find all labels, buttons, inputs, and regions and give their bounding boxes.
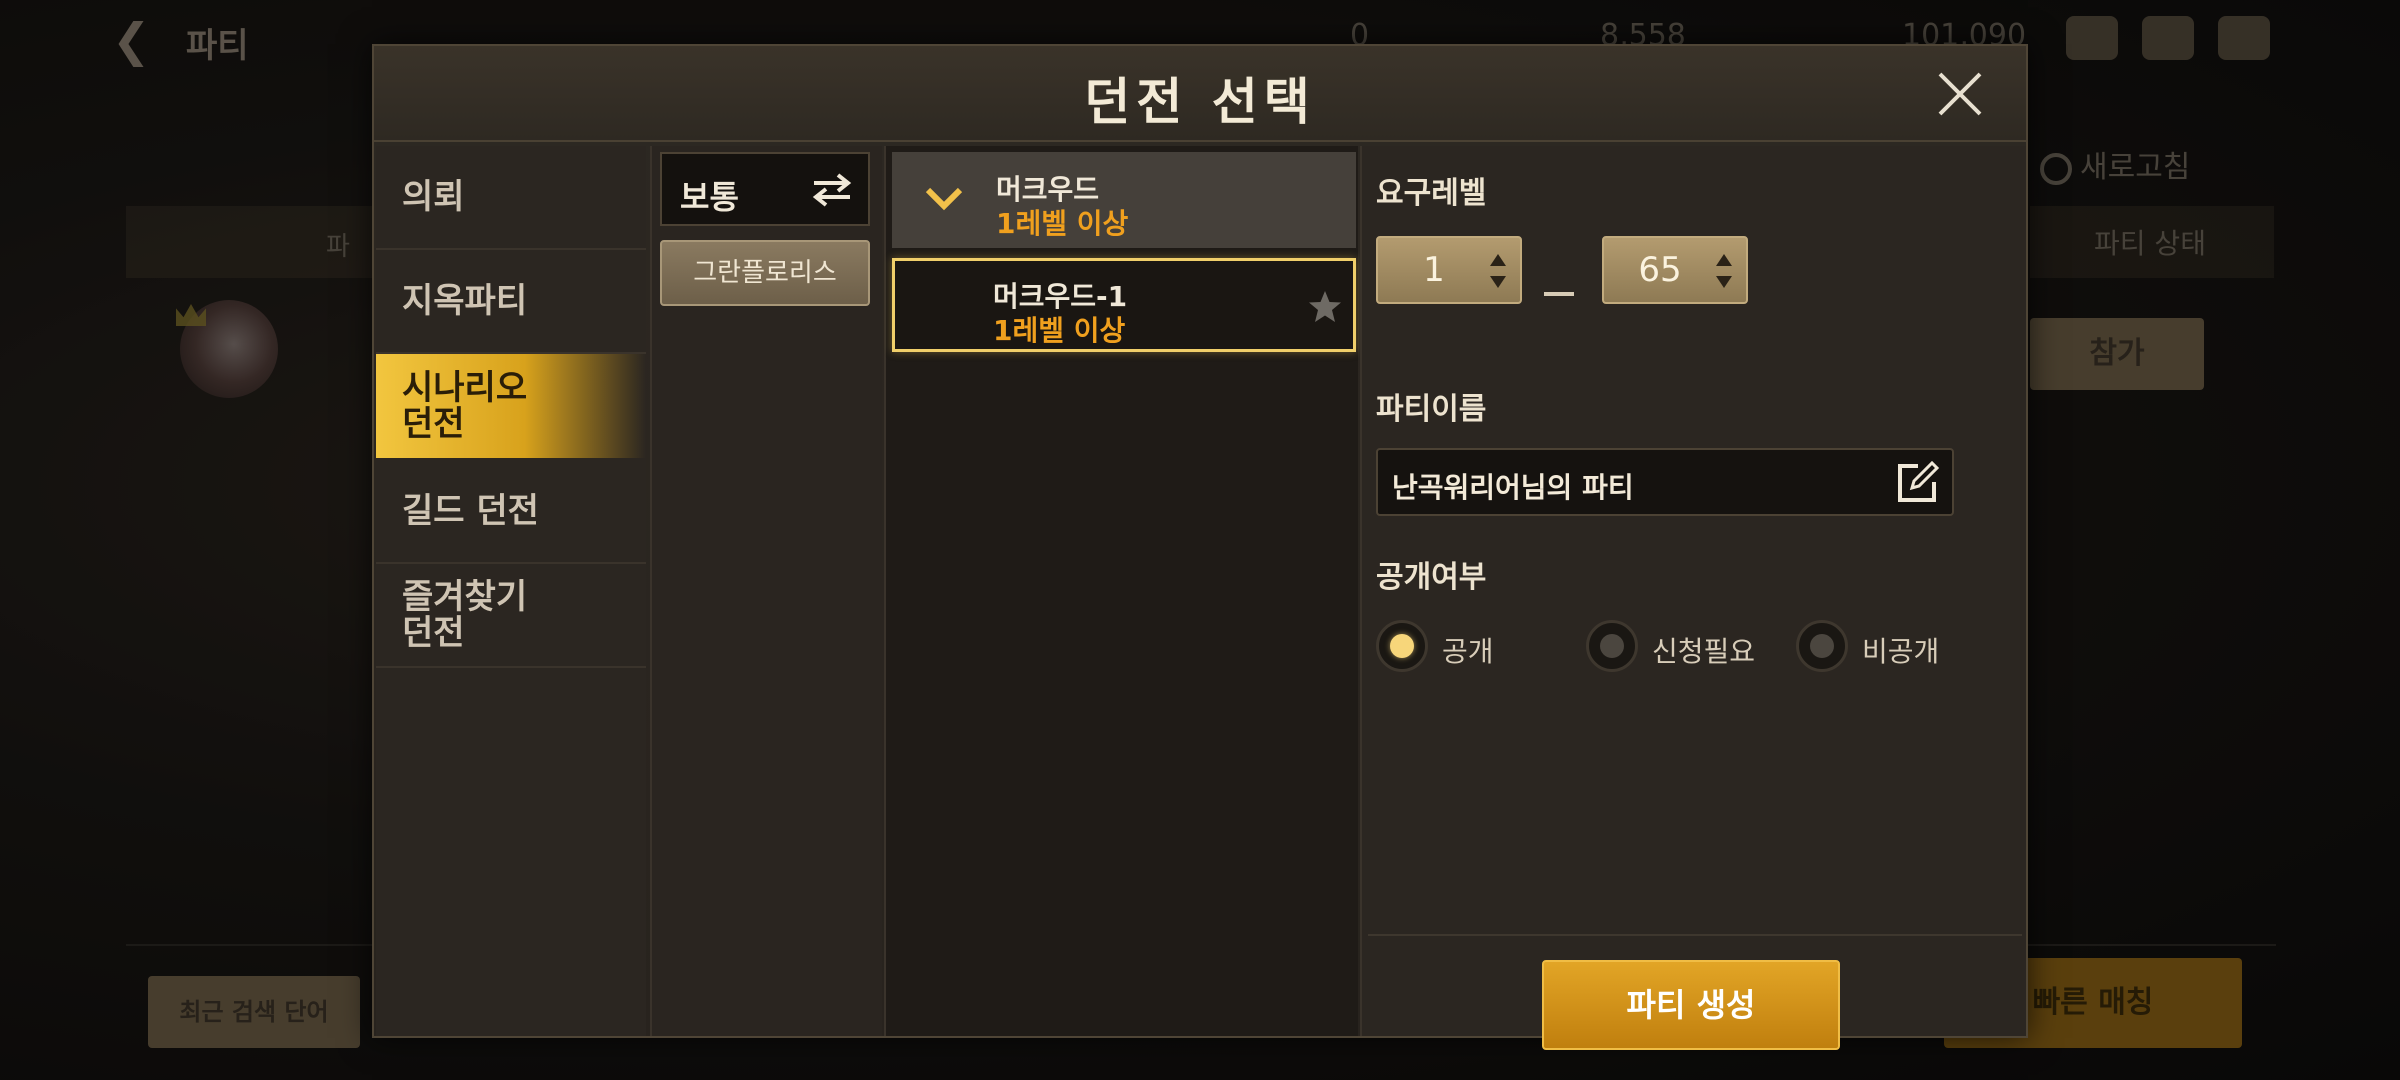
radio-circle bbox=[1796, 620, 1848, 672]
difficulty-column: 보통 그란플로리스 bbox=[650, 146, 882, 1036]
difficulty-toggle[interactable]: 보통 bbox=[660, 152, 870, 226]
category-label: 의뢰 bbox=[402, 177, 465, 217]
swap-icon bbox=[812, 173, 852, 207]
dungeon-group-row[interactable]: 머크우드 1레벨 이상 bbox=[892, 152, 1356, 248]
radio-dot bbox=[1390, 634, 1414, 658]
category-hell-party[interactable]: 지옥파티 bbox=[376, 250, 646, 354]
category-label: 지옥파티 bbox=[402, 281, 528, 321]
party-name-value: 난곡워리어님의 파티 bbox=[1392, 471, 1634, 504]
radio-dot bbox=[1810, 634, 1834, 658]
level-max-value: 65 bbox=[1638, 250, 1682, 290]
create-party-label: 파티 생성 bbox=[1626, 986, 1756, 1024]
category-list: 의뢰 지옥파티 시나리오 던전 길드 던전 즐겨찾기 던전 bbox=[376, 146, 646, 1036]
party-name-field[interactable]: 난곡워리어님의 파티 bbox=[1376, 448, 1954, 516]
modal-title: 던전 선택 bbox=[1084, 73, 1316, 131]
region-label: 그란플로리스 bbox=[693, 258, 837, 288]
star-icon[interactable] bbox=[1307, 289, 1343, 325]
party-settings: 요구레벨 1 65 파티이름 난곡워리어님의 파티 공개여부 공개 신청필요 비… bbox=[1360, 146, 2026, 1050]
level-min-value: 1 bbox=[1423, 250, 1445, 290]
chevron-down-icon bbox=[925, 187, 963, 211]
visibility-request-radio[interactable]: 신청필요 bbox=[1586, 620, 1776, 672]
category-favorite-dungeon[interactable]: 즐겨찾기 던전 bbox=[376, 564, 646, 668]
modal-header: 던전 선택 bbox=[374, 46, 2026, 142]
visibility-public-radio[interactable]: 공개 bbox=[1376, 620, 1526, 672]
dungeon-item-level: 1레벨 이상 bbox=[993, 314, 1126, 347]
required-level-label: 요구레벨 bbox=[1376, 176, 1487, 211]
stepper-arrows-icon bbox=[1490, 254, 1506, 288]
radio-label: 비공개 bbox=[1862, 635, 1940, 668]
close-button[interactable] bbox=[1934, 68, 1986, 120]
category-label: 즐겨찾기 던전 bbox=[402, 577, 528, 653]
dungeon-select-modal: 던전 선택 의뢰 지옥파티 시나리오 던전 길드 던전 즐겨찾기 던전 보통 그… bbox=[372, 44, 2028, 1050]
category-label: 길드 던전 bbox=[402, 491, 539, 531]
level-min-stepper[interactable]: 1 bbox=[1376, 236, 1522, 304]
radio-label: 신청필요 bbox=[1652, 635, 1756, 668]
radio-dot bbox=[1600, 634, 1624, 658]
region-button[interactable]: 그란플로리스 bbox=[660, 240, 870, 306]
dungeon-item-row[interactable]: 머크우드-1 1레벨 이상 bbox=[892, 258, 1356, 352]
dungeon-group-level: 1레벨 이상 bbox=[996, 207, 1129, 240]
close-icon bbox=[1938, 72, 1982, 116]
level-max-stepper[interactable]: 65 bbox=[1602, 236, 1748, 304]
party-name-label: 파티이름 bbox=[1376, 392, 1487, 427]
category-scenario-dungeon[interactable]: 시나리오 던전 bbox=[376, 354, 646, 458]
radio-label: 공개 bbox=[1442, 635, 1494, 668]
category-guild-dungeon[interactable]: 길드 던전 bbox=[376, 460, 646, 564]
visibility-label: 공개여부 bbox=[1376, 560, 1487, 595]
settings-divider bbox=[1368, 934, 2022, 936]
dungeon-list: 머크우드 1레벨 이상 머크우드-1 1레벨 이상 bbox=[884, 146, 1358, 1036]
radio-circle bbox=[1376, 620, 1428, 672]
visibility-private-radio[interactable]: 비공개 bbox=[1796, 620, 1956, 672]
edit-icon[interactable] bbox=[1892, 458, 1942, 508]
range-dash bbox=[1544, 292, 1574, 296]
create-party-button[interactable]: 파티 생성 bbox=[1542, 960, 1840, 1050]
category-request[interactable]: 의뢰 bbox=[376, 146, 646, 250]
category-label: 시나리오 던전 bbox=[402, 368, 528, 444]
radio-circle bbox=[1586, 620, 1638, 672]
stepper-arrows-icon bbox=[1716, 254, 1732, 288]
difficulty-label: 보통 bbox=[680, 178, 739, 216]
